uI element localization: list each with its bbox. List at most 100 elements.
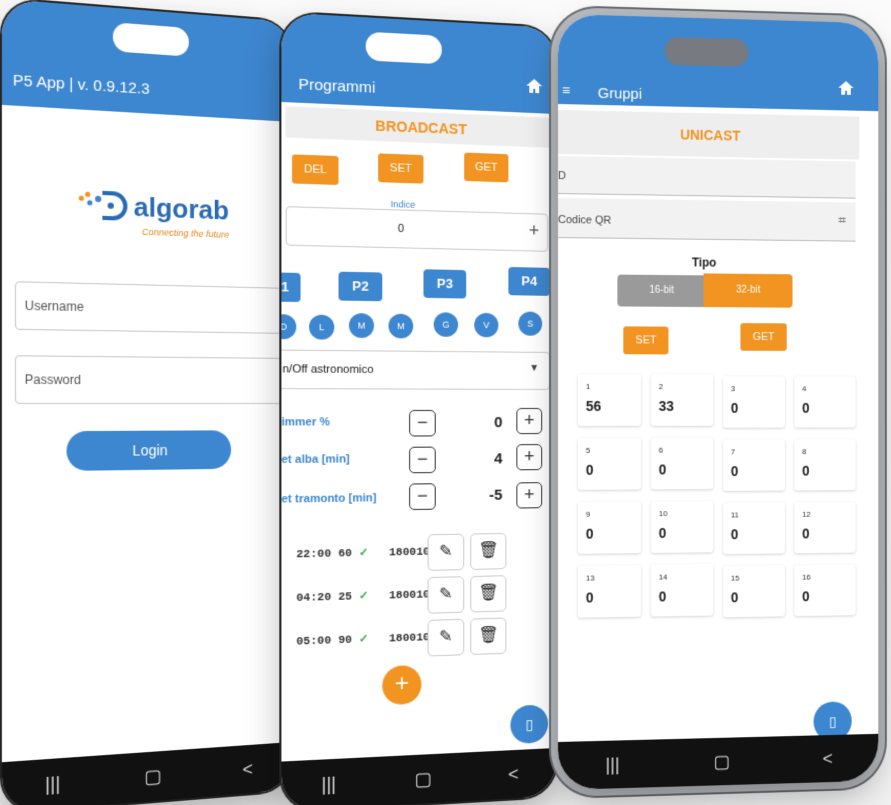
dropdown-value: n/Off astronomico — [282, 363, 374, 377]
day-m2-toggle[interactable]: M — [388, 313, 414, 339]
recent-apps-button[interactable]: ||| — [606, 754, 620, 775]
back-nav-button[interactable]: < — [823, 748, 833, 769]
get-button[interactable]: GET — [464, 152, 509, 183]
group-cell-4[interactable]: 40 — [794, 376, 856, 428]
delete-button-2[interactable]: 🗑 — [470, 575, 507, 613]
program-p2-button[interactable]: P2 — [338, 271, 383, 302]
day-m1-toggle[interactable]: M — [348, 313, 374, 339]
logo-wordmark: algorab — [133, 190, 230, 226]
id-field[interactable]: D — [558, 156, 856, 199]
mode-dropdown[interactable]: n/Off astronomico ▼ — [281, 349, 551, 390]
cell-index: 13 — [585, 573, 595, 583]
home-nav-button[interactable]: ▢ — [714, 751, 731, 772]
del-button[interactable]: DEL — [292, 154, 339, 185]
password-field[interactable]: Password — [14, 355, 283, 404]
camera-notch — [365, 31, 442, 65]
add-schedule-button[interactable]: + — [382, 664, 422, 706]
group-cell-2[interactable]: 2 33 — [650, 374, 714, 426]
qr-code-field[interactable]: Codice QR ⌗ — [558, 198, 856, 242]
indice-label: Indice — [390, 198, 416, 210]
cell-value: 0 — [658, 461, 667, 478]
delete-button-3[interactable]: 🗑 — [470, 617, 507, 656]
edit-button-2[interactable]: ✎ — [427, 576, 465, 614]
cell-value: 0 — [802, 588, 810, 605]
set-button[interactable]: SET — [623, 326, 669, 355]
edit-button-3[interactable]: ✎ — [427, 618, 465, 657]
toggle-16bit[interactable]: 16-bit — [617, 274, 706, 308]
cell-value: 0 — [730, 400, 739, 416]
cell-value: 0 — [802, 525, 810, 542]
schedule-time: 22:00 — [296, 548, 332, 562]
get-button[interactable]: GET — [740, 323, 787, 351]
dimmer-plus-button[interactable]: + — [516, 407, 543, 435]
day-v-toggle[interactable]: V — [474, 312, 499, 338]
group-cell-15[interactable]: 15 0 — [723, 565, 785, 618]
menu-icon[interactable]: ≡ — [562, 82, 570, 98]
screen-title: Gruppi — [597, 84, 643, 103]
increment-icon[interactable]: + — [529, 220, 539, 241]
group-cell-16[interactable]: 16 0 — [794, 564, 856, 617]
dimmer-minus-button[interactable]: − — [409, 409, 436, 437]
trash-icon: 🗑 — [478, 542, 499, 560]
back-nav-button[interactable]: < — [508, 763, 518, 785]
username-field[interactable]: Username — [14, 281, 283, 334]
edit-button-1[interactable]: ✎ — [427, 533, 465, 571]
tramonto-plus-button[interactable]: + — [516, 482, 543, 509]
program-p3-button[interactable]: P3 — [423, 269, 467, 299]
program-p1-button[interactable]: P1 — [281, 272, 301, 303]
delete-button-1[interactable]: 🗑 — [470, 532, 507, 570]
cell-index: 1 — [585, 382, 591, 392]
dropdown-arrow-icon: ▼ — [529, 362, 540, 374]
group-cell-9[interactable]: 90 — [577, 501, 642, 554]
recent-apps-button[interactable]: ||| — [321, 773, 336, 795]
schedule-row-2: 04:20 25 ✓ 1800100 — [296, 587, 436, 605]
day-d-toggle[interactable]: D — [281, 314, 297, 340]
group-cell-3[interactable]: 30 — [723, 376, 785, 428]
group-cell-8[interactable]: 80 — [794, 439, 856, 491]
group-cell-13[interactable]: 13 0 — [577, 564, 642, 618]
home-icon[interactable] — [526, 78, 543, 94]
device-icon: ▯ — [525, 716, 534, 733]
group-cell-7[interactable]: 70 — [723, 439, 785, 491]
schedule-extra: 1800 — [388, 589, 417, 603]
group-cell-12[interactable]: 12 0 — [794, 501, 856, 554]
tipo-label: Tipo — [691, 255, 717, 270]
cell-index: 8 — [802, 447, 807, 456]
day-l-toggle[interactable]: L — [309, 314, 335, 340]
day-g-toggle[interactable]: G — [433, 312, 459, 337]
qr-scan-icon[interactable]: ⌗ — [838, 212, 846, 229]
group-cell-6[interactable]: 60 — [650, 437, 714, 490]
home-icon[interactable] — [838, 80, 854, 95]
home-nav-button[interactable]: ▢ — [414, 768, 431, 790]
cell-value: 0 — [802, 462, 810, 479]
recent-apps-button[interactable]: ||| — [45, 772, 60, 795]
group-cell-14[interactable]: 14 0 — [650, 564, 714, 617]
cell-value: 0 — [585, 525, 594, 542]
home-nav-button[interactable]: ▢ — [144, 765, 161, 788]
indice-field[interactable]: 0 + — [285, 206, 549, 252]
login-button[interactable]: Login — [66, 430, 232, 471]
group-cell-10[interactable]: 10 0 — [650, 500, 714, 553]
pencil-icon: ✎ — [439, 542, 453, 561]
dynamic-island — [664, 36, 749, 67]
group-cell-1[interactable]: 1 56 — [577, 374, 642, 426]
device-connect-button[interactable]: ▯ — [510, 704, 549, 745]
schedule-extra: 1800 — [388, 546, 417, 560]
program-p4-button[interactable]: P4 — [508, 266, 551, 296]
toggle-32bit[interactable]: 32-bit — [703, 273, 793, 308]
login-phone: P5 App | v. 0.9.12.3 algorab Connecting … — [1, 0, 293, 805]
group-cell-5[interactable]: 50 — [577, 437, 642, 490]
system-nav-bar: ||| ▢ < — [558, 733, 879, 790]
group-cell-11[interactable]: 11 0 — [723, 502, 785, 555]
tramonto-minus-button[interactable]: − — [409, 483, 436, 511]
back-nav-button[interactable]: < — [242, 758, 252, 780]
day-s-toggle[interactable]: S — [518, 311, 543, 336]
alba-plus-button[interactable]: + — [516, 444, 543, 471]
schedule-extra: 1800 — [388, 632, 417, 646]
programmi-phone: Programmi BROADCAST DEL SET GET Indice 0… — [281, 12, 556, 805]
cell-index: 3 — [730, 384, 736, 394]
cell-index: 16 — [802, 572, 811, 582]
alba-minus-button[interactable]: − — [409, 446, 436, 474]
set-button[interactable]: SET — [378, 153, 424, 184]
schedule-level: 25 — [338, 591, 352, 604]
